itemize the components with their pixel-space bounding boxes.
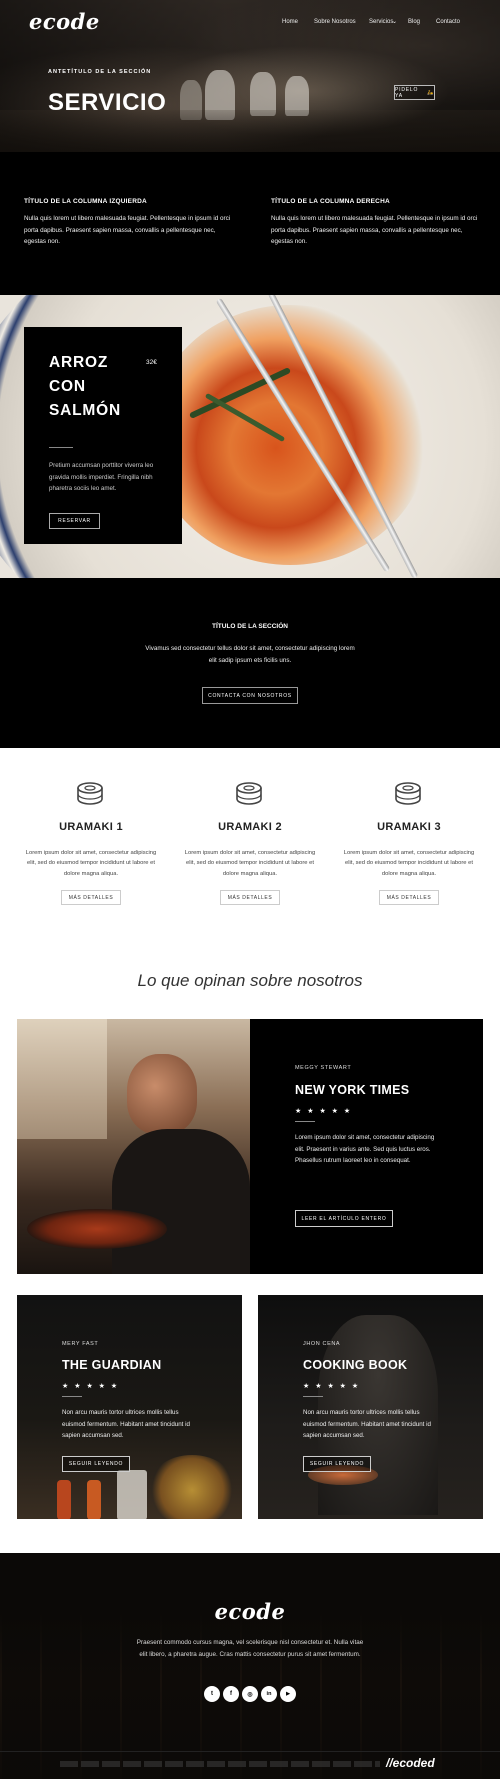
- chef-tasting-image: [17, 1019, 250, 1274]
- chef-head: [127, 1054, 197, 1134]
- hero-section: ecode Home Sobre Nosotros Servicios ⌄ Bl…: [0, 0, 500, 152]
- dish-description: Pretium accumsan porttitor viverra leo g…: [49, 462, 154, 492]
- footer-logo[interactable]: ecode: [0, 1599, 500, 1624]
- publication-title: THE GUARDIAN: [62, 1358, 162, 1372]
- nav-item-servicios[interactable]: Servicios: [369, 19, 393, 25]
- facebook-icon[interactable]: f: [223, 1686, 239, 1702]
- hero-kicker: ANTETÍTULO DE LA SECCIÓN: [48, 69, 152, 75]
- section-title: TÍTULO DE LA SECCIÓN: [212, 623, 288, 630]
- product-description: Lorem ipsum dolor sit amet, consectetur …: [25, 850, 157, 877]
- publication-title: COOKING BOOK: [303, 1358, 408, 1372]
- order-now-label: PIDELO YA: [395, 86, 419, 99]
- sauce-bottle: [87, 1480, 101, 1519]
- divider: [303, 1396, 323, 1397]
- dish-section: ARROZ CON SALMÓN 32€ Pretium accumsan po…: [0, 295, 500, 578]
- hero-title: SERVICIO: [48, 89, 167, 116]
- left-column-text: Nulla quis lorem ut libero malesuada feu…: [24, 215, 231, 245]
- contact-cta-section: TÍTULO DE LA SECCIÓN Vivamus sed consect…: [0, 578, 500, 748]
- right-column-title: TÍTULO DE LA COLUMNA DERECHA: [271, 198, 390, 205]
- section-text: Vivamus sed consectetur tellus dolor sit…: [145, 645, 355, 664]
- sauce-bottle: [57, 1480, 71, 1519]
- nav-item-home[interactable]: Home: [282, 19, 298, 25]
- footer-text: Praesent commodo cursus magna, vel scele…: [136, 1639, 364, 1658]
- youtube-icon[interactable]: ▶: [280, 1686, 296, 1702]
- contact-us-button[interactable]: CONTACTA CON NOSOTROS: [202, 687, 298, 704]
- site-footer: ecode Praesent commodo cursus magna, vel…: [0, 1553, 500, 1779]
- dish-price: 32€: [146, 359, 157, 366]
- review-card-cooking-book: JHON CENA COOKING BOOK ★ ★ ★ ★ ★ Non arc…: [258, 1295, 483, 1519]
- divider: [62, 1396, 82, 1397]
- divider: [49, 447, 73, 448]
- rating-stars: ★ ★ ★ ★ ★: [303, 1383, 361, 1390]
- twitter-icon[interactable]: t: [204, 1686, 220, 1702]
- dish-card: ARROZ CON SALMÓN 32€ Pretium accumsan po…: [24, 327, 182, 544]
- review-text: Non arcu mauris tortor ultrices mollis t…: [62, 1409, 190, 1439]
- linkedin-icon[interactable]: in: [261, 1686, 277, 1702]
- product-description: Lorem ipsum dolor sit amet, consectetur …: [184, 850, 316, 877]
- site-logo[interactable]: ecode: [29, 9, 100, 34]
- more-details-button[interactable]: MÁS DETALLES: [220, 890, 280, 905]
- sushi-roll-icon: [395, 782, 421, 805]
- nav-item-contacto[interactable]: Contacto: [436, 19, 460, 25]
- delivery-icon: 🛵: [426, 89, 434, 96]
- rating-stars: ★ ★ ★ ★ ★: [62, 1383, 120, 1390]
- review-text: Lorem ipsum dolor sit amet, consectetur …: [295, 1134, 435, 1164]
- dish-title-line: SALMÓN: [49, 402, 121, 419]
- sushi-roll-icon: [77, 782, 103, 805]
- right-column-text: Nulla quis lorem ut libero malesuada feu…: [271, 215, 478, 245]
- rating-stars: ★ ★ ★ ★ ★: [295, 1108, 353, 1115]
- testimonials-heading: Lo que opinan sobre nosotros: [137, 971, 363, 990]
- review-card-guardian: MERY FAST THE GUARDIAN ★ ★ ★ ★ ★ Non arc…: [17, 1295, 242, 1519]
- divider: [295, 1121, 315, 1122]
- ecoded-brand-logo[interactable]: //ecoded: [386, 1756, 435, 1770]
- two-column-section: TÍTULO DE LA COLUMNA IZQUIERDA Nulla qui…: [0, 152, 500, 295]
- nav-item-blog[interactable]: Blog: [408, 19, 420, 25]
- product-title: URAMAKI 2: [218, 821, 282, 833]
- left-column-title: TÍTULO DE LA COLUMNA IZQUIERDA: [24, 198, 147, 205]
- pan-image: [27, 1209, 167, 1249]
- product-description: Lorem ipsum dolor sit amet, consectetur …: [343, 850, 475, 877]
- instagram-icon[interactable]: ◎: [242, 1686, 258, 1702]
- order-now-button[interactable]: PIDELO YA 🛵: [394, 85, 435, 100]
- reviewer-name: JHON CENA: [303, 1341, 341, 1347]
- nav-item-sobre-nosotros[interactable]: Sobre Nosotros: [314, 19, 356, 25]
- read-full-article-button[interactable]: LEER EL ARTÍCULO ENTERO: [295, 1210, 393, 1227]
- copyright-text: [60, 1761, 380, 1767]
- lemons-image: [147, 1455, 237, 1519]
- divider: [0, 1751, 500, 1752]
- utensil-jar: [117, 1470, 147, 1519]
- keep-reading-button[interactable]: SEGUIR LEYENDO: [62, 1456, 130, 1472]
- dish-title: ARROZ CON SALMÓN: [49, 351, 121, 423]
- keep-reading-button[interactable]: SEGUIR LEYENDO: [303, 1456, 371, 1472]
- more-details-button[interactable]: MÁS DETALLES: [61, 890, 121, 905]
- dish-title-line: ARROZ: [49, 354, 109, 371]
- reviewer-name: MERY FAST: [62, 1341, 99, 1347]
- sushi-roll-icon: [236, 782, 262, 805]
- product-title: URAMAKI 1: [59, 821, 123, 833]
- chef-body: [112, 1129, 250, 1274]
- more-details-button[interactable]: MÁS DETALLES: [379, 890, 439, 905]
- review-text: Non arcu mauris tortor ultrices mollis t…: [303, 1409, 431, 1439]
- publication-title: NEW YORK TIMES: [295, 1083, 410, 1097]
- product-title: URAMAKI 3: [377, 821, 441, 833]
- reviewer-name: MEGGY STEWART: [295, 1065, 352, 1071]
- reserve-button[interactable]: RESERVAR: [49, 513, 100, 529]
- kitchen-background: [17, 1019, 107, 1139]
- dish-title-line: CON: [49, 378, 86, 395]
- chevron-down-icon[interactable]: ⌄: [392, 18, 397, 25]
- featured-review-card: MEGGY STEWART NEW YORK TIMES ★ ★ ★ ★ ★ L…: [250, 1019, 483, 1274]
